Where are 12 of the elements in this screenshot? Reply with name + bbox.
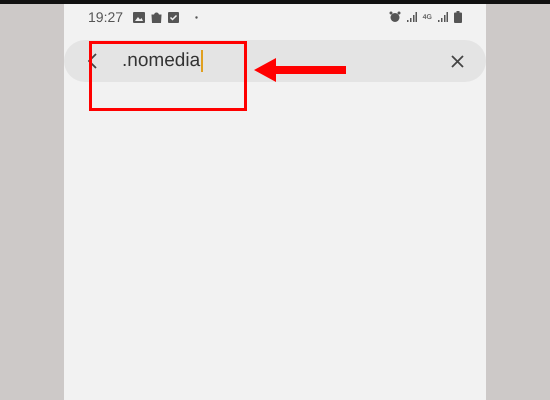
signal-icon: [438, 12, 448, 22]
battery-icon: [454, 11, 462, 23]
checkbox-icon: [168, 12, 180, 22]
back-icon[interactable]: [88, 53, 97, 69]
status-time: 19:27: [88, 9, 124, 25]
alarm-icon: [388, 11, 401, 23]
close-icon[interactable]: [451, 54, 464, 68]
search-field[interactable]: .nomedia: [122, 50, 451, 72]
bag-icon: [151, 11, 162, 23]
image-icon: [133, 12, 146, 22]
signal-icon: [406, 12, 417, 22]
dot-icon: [195, 16, 198, 18]
